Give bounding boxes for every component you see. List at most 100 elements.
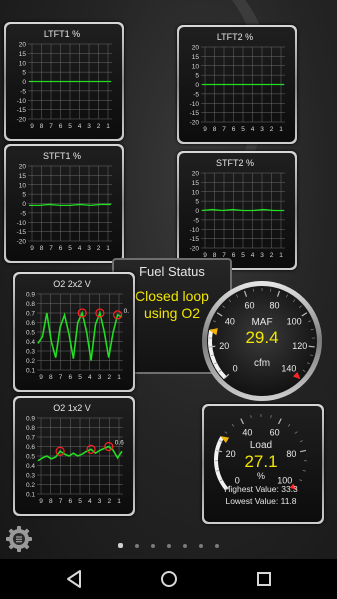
minor-tick [231,424,235,427]
x-tick-label: 2 [97,123,101,130]
x-tick-label: 2 [107,374,111,381]
x-tick-label: 4 [251,252,255,259]
x-tick-label: 7 [49,245,53,252]
y-tick-label: 15 [19,173,27,180]
y-tick-label: 20 [19,164,27,171]
y-tick-label: -15 [17,107,27,114]
y-tick-label: 5 [195,73,199,80]
x-tick-label: 6 [232,126,236,133]
page-dot[interactable] [199,544,203,548]
scale-label: 80 [270,301,280,311]
x-tick-label: 5 [68,245,72,252]
y-tick-label: 0 [22,79,26,86]
x-tick-label: 1 [279,126,283,133]
load-gauge: 02040 6080100 Load 27.1 % Highest Value: … [214,414,307,506]
o2-1x2-widget[interactable]: O2 1x2 V 0.9 0.8 0.7 0.6 0.5 0.4 0.3 0.2 0.1 9 8 7 6 5… [13,396,135,516]
load-highest-value: Highest Value: 33.3 [224,484,298,494]
y-tick-label: 10 [19,182,27,189]
scale-label: 0 [233,363,238,373]
x-tick-label: 9 [39,374,43,381]
x-tick-label: 6 [68,498,72,505]
chart-title: O2 2x2 V [53,279,91,289]
maf-gauge[interactable]: 0 20 40 60 80 100 120 140 MAF 29.4 cfm [201,280,323,402]
y-tick-label: 5 [22,70,26,77]
y-tick-label: 0.7 [26,435,35,442]
x-tick-label: 5 [78,498,82,505]
ltft2-widget[interactable]: LTFT2 % 20 15 10 5 0 -5 -10 -15 -20 9 8 7 6 5 4 3 2 1 [177,25,297,144]
x-tick-label: 9 [30,245,34,252]
y-tick-label: 0.5 [26,330,35,337]
y-tick-label: 0 [195,82,199,89]
page-dot[interactable] [215,544,219,548]
x-tick-label: 5 [241,126,245,133]
stft1-chart: STFT1 %20151050-5-10-15-209 8 7 6 5 4 3 2 1 [17,151,112,252]
page-dot[interactable] [118,543,123,548]
major-tick [277,418,282,425]
page-dot[interactable] [167,544,171,548]
y-tick-label: 20 [19,42,27,49]
x-tick-label: 9 [39,498,43,505]
x-tick-label: 4 [251,126,255,133]
x-tick-label: 4 [78,123,82,130]
y-tick-label: 0.8 [26,301,35,308]
page-dot[interactable] [151,544,155,548]
x-tick-label: 4 [88,498,92,505]
y-tick-label: -5 [193,217,199,224]
y-tick-label: 0 [195,208,199,215]
minor-tick [250,415,252,419]
x-tick-label: 7 [222,126,226,133]
x-tick-label: 6 [59,123,63,130]
back-icon[interactable] [62,567,86,591]
y-tick-label: -15 [190,236,200,243]
x-tick-label: 3 [260,126,264,133]
maf-label: MAF [251,317,272,328]
y-tick-label: 0.3 [26,349,35,356]
y-tick-label: 0.5 [26,454,35,461]
y-tick-label: 0.1 [26,492,35,499]
x-tick-label: 3 [98,498,102,505]
y-tick-label: 0.8 [26,425,35,432]
major-tick [300,449,307,453]
y-tick-label: 0.6 [26,320,35,327]
x-tick-label: 8 [49,498,53,505]
stft2-chart: STFT2 %20151050-5-10-15-209 8 7 6 5 4 3 2 1 [190,158,285,259]
y-tick-label: 0 [22,201,26,208]
minor-tick [299,479,303,482]
page-dot[interactable] [135,544,139,548]
major-tick [240,418,245,425]
x-tick-label: 7 [59,374,63,381]
ltft2-chart: LTFT2 %20151050-5-10-15-209 8 7 6 5 4 3 2 1 [190,32,285,133]
x-tick-label: 7 [49,123,53,130]
stft1-widget[interactable]: STFT1 % 20 15 10 5 0 -5 -10 -15 -20 9 8 7 6 5 4 3 2 1 [4,144,124,263]
ltft1-chart: LTFT1 %20151050-5-10-15-209 8 7 6 5 4 3 2 1 [17,29,112,130]
ltft1-widget[interactable]: LTFT1 % 20 15 10 5 0 -5 -10 -15 -20 9 8 7 6 5 4 3 2 1 [4,22,124,141]
y-tick-label: -10 [190,101,200,108]
page-indicator [0,543,337,551]
y-tick-label: -5 [193,91,199,98]
y-tick-label: 0.9 [26,416,35,423]
o2-2x2-widget[interactable]: O2 2x2 V 0.9 0.8 0.7 0.6 0.5 0.4 0.3 0.2 0.1 9 8 7 6 5… [13,272,135,392]
scale-label: 40 [242,428,252,438]
y-tick-label: 10 [192,63,200,70]
y-tick-label: -20 [17,239,27,246]
navigation-bar [0,559,337,599]
scale-label: 40 [225,316,235,326]
stft2-widget[interactable]: STFT2 % 20 15 10 5 0 -5 -10 -15 -20 9 8 7 6 5 4 3 2 1 [177,151,297,270]
x-tick-label: 8 [40,245,44,252]
load-widget[interactable]: 0 20 40 60 80 100 Load 27.1 % Highest Value: … [202,404,324,524]
x-tick-label: 7 [59,498,63,505]
y-tick-label: 5 [195,199,199,206]
x-tick-label: 2 [107,498,111,505]
x-tick-label: 9 [30,123,34,130]
home-icon[interactable] [157,567,181,591]
load-lowest-value: Lowest Value: 11.8 [225,496,296,506]
minor-tick [270,415,272,419]
page-dot[interactable] [183,544,187,548]
y-tick-label: 0.2 [26,482,35,489]
minor-tick [302,470,306,472]
y-tick-label: 20 [192,171,200,178]
y-tick-label: -15 [17,229,27,236]
max-value-label: 0.7 [124,308,129,315]
recents-icon[interactable] [252,567,276,591]
scale-label: 60 [270,428,280,438]
